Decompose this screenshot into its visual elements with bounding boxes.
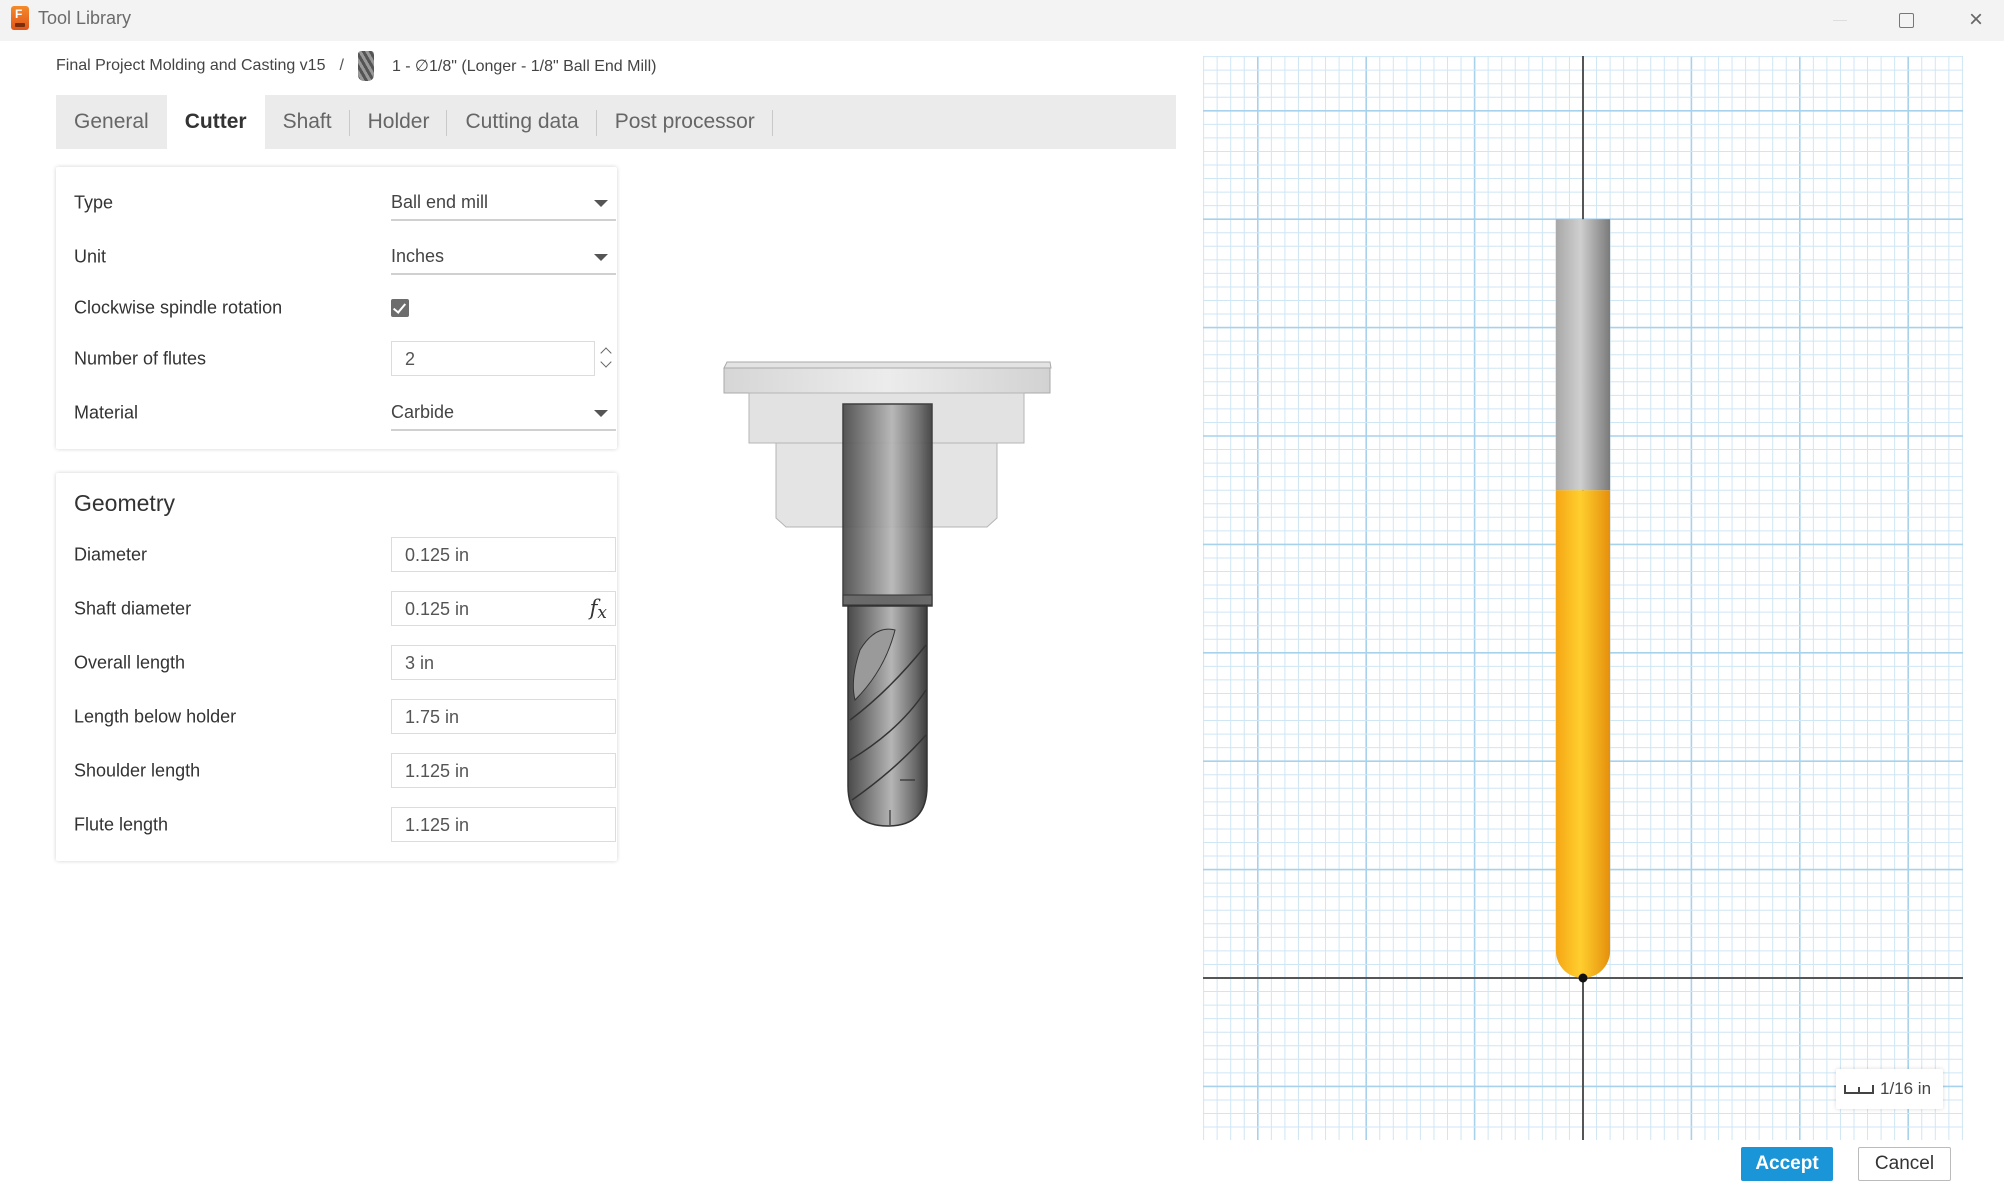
shoulder-length-label: Shoulder length [74, 760, 201, 781]
clockwise-label: Clockwise spindle rotation [74, 297, 283, 318]
unit-row: Unit Inches [74, 237, 616, 277]
tab-general[interactable]: General [56, 95, 167, 149]
tab-cutter[interactable]: Cutter [166, 95, 265, 149]
window-title: Tool Library [38, 8, 132, 28]
shaft-diameter-input[interactable]: 0.125 in fx [391, 591, 616, 626]
fusion-app-icon [11, 6, 29, 30]
chevron-down-icon [594, 410, 608, 417]
scale-legend: 1/16 in [1836, 1069, 1943, 1109]
breadcrumb-tool: 1 - ∅1/8" (Longer - 1/8" Ball End Mill) [391, 58, 657, 75]
length-below-holder-row: Length below holder 1.75 in [74, 697, 616, 737]
geometry-title: Geometry [74, 490, 175, 516]
clockwise-row: Clockwise spindle rotation [74, 288, 599, 328]
profile-canvas [1203, 56, 1963, 1140]
tab-holder[interactable]: Holder [350, 95, 448, 149]
tool-profile-view[interactable] [1203, 56, 1963, 1140]
overall-length-label: Overall length [74, 652, 186, 673]
unit-dropdown[interactable]: Inches [391, 239, 616, 275]
maximize-button[interactable] [1886, 4, 1926, 36]
type-value: Ball end mill [391, 192, 489, 212]
geometry-card: Geometry Diameter 0.125 in Shaft diamete… [56, 473, 617, 861]
unit-value: Inches [391, 246, 445, 266]
profile-shank [1555, 219, 1611, 491]
close-button[interactable]: × [1956, 4, 1996, 36]
flute-length-input[interactable]: 1.125 in [391, 807, 616, 842]
shank-shape [842, 403, 933, 607]
shaft-diameter-label: Shaft diameter [74, 598, 192, 619]
tab-cutting-data[interactable]: Cutting data [447, 95, 597, 149]
scale-bar-icon [1844, 1084, 1874, 1094]
shoulder-length-row: Shoulder length 1.125 in [74, 751, 616, 791]
scale-label: 1/16 in [1880, 1079, 1932, 1098]
overall-length-row: Overall length 3 in [74, 643, 616, 683]
material-value: Carbide [391, 402, 455, 422]
cutter-settings-card: Type Ball end mill Unit Inches Clockwise… [56, 167, 617, 449]
accept-button[interactable]: Accept [1741, 1147, 1833, 1181]
breadcrumb-separator: / [339, 57, 344, 74]
breadcrumb: Final Project Molding and Casting v15 / … [56, 51, 657, 81]
shoulder-length-input[interactable]: 1.125 in [391, 753, 616, 788]
diameter-row: Diameter 0.125 in [74, 535, 616, 575]
length-below-holder-label: Length below holder [74, 706, 237, 727]
length-below-holder-input[interactable]: 1.75 in [391, 699, 616, 734]
shaft-diameter-value: 0.125 in [405, 599, 470, 619]
type-row: Type Ball end mill [74, 183, 616, 223]
flute-length-label: Flute length [74, 814, 169, 835]
unit-label: Unit [74, 246, 107, 267]
end-mill-icon [357, 51, 374, 81]
flutes-row: Number of flutes 2 [74, 339, 612, 379]
tool-3d-preview[interactable] [700, 340, 1080, 840]
close-icon: × [1968, 6, 1983, 33]
chevron-down-icon [594, 254, 608, 261]
flutes-label: Number of flutes [74, 348, 207, 369]
title-bar: Tool Library × [0, 0, 2004, 41]
shaft-diameter-row: Shaft diameter 0.125 in fx [74, 589, 616, 629]
profile-flute [1555, 490, 1611, 979]
diameter-label: Diameter [74, 544, 148, 565]
tool-3d-render [723, 361, 1052, 827]
material-row: Material Carbide [74, 393, 616, 433]
tab-post-processor[interactable]: Post processor [597, 95, 773, 149]
breadcrumb-project[interactable]: Final Project Molding and Casting v15 [56, 57, 325, 75]
diameter-input[interactable]: 0.125 in [391, 537, 616, 572]
overall-length-input[interactable]: 3 in [391, 645, 616, 680]
tool-tip-point [1578, 973, 1588, 983]
material-dropdown[interactable]: Carbide [391, 395, 616, 431]
tab-bar: General Cutter Shaft Holder Cutting data… [56, 95, 1176, 149]
minimize-icon [1833, 19, 1847, 21]
minimize-button[interactable] [1820, 4, 1860, 36]
cancel-button[interactable]: Cancel [1858, 1147, 1951, 1181]
type-dropdown[interactable]: Ball end mill [391, 185, 616, 221]
clockwise-checkbox[interactable] [391, 299, 409, 317]
maximize-icon [1898, 12, 1914, 28]
expression-fx-icon[interactable]: fx [590, 596, 607, 623]
flute-length-row: Flute length 1.125 in [74, 805, 616, 845]
flute-shape [847, 605, 928, 827]
chevron-down-icon [594, 200, 608, 207]
tab-shaft[interactable]: Shaft [265, 95, 350, 149]
flutes-input[interactable]: 2 [391, 341, 595, 376]
flutes-stepper[interactable] [600, 343, 614, 373]
chevron-down-icon[interactable] [600, 356, 612, 368]
material-label: Material [74, 402, 139, 423]
type-label: Type [74, 192, 114, 213]
